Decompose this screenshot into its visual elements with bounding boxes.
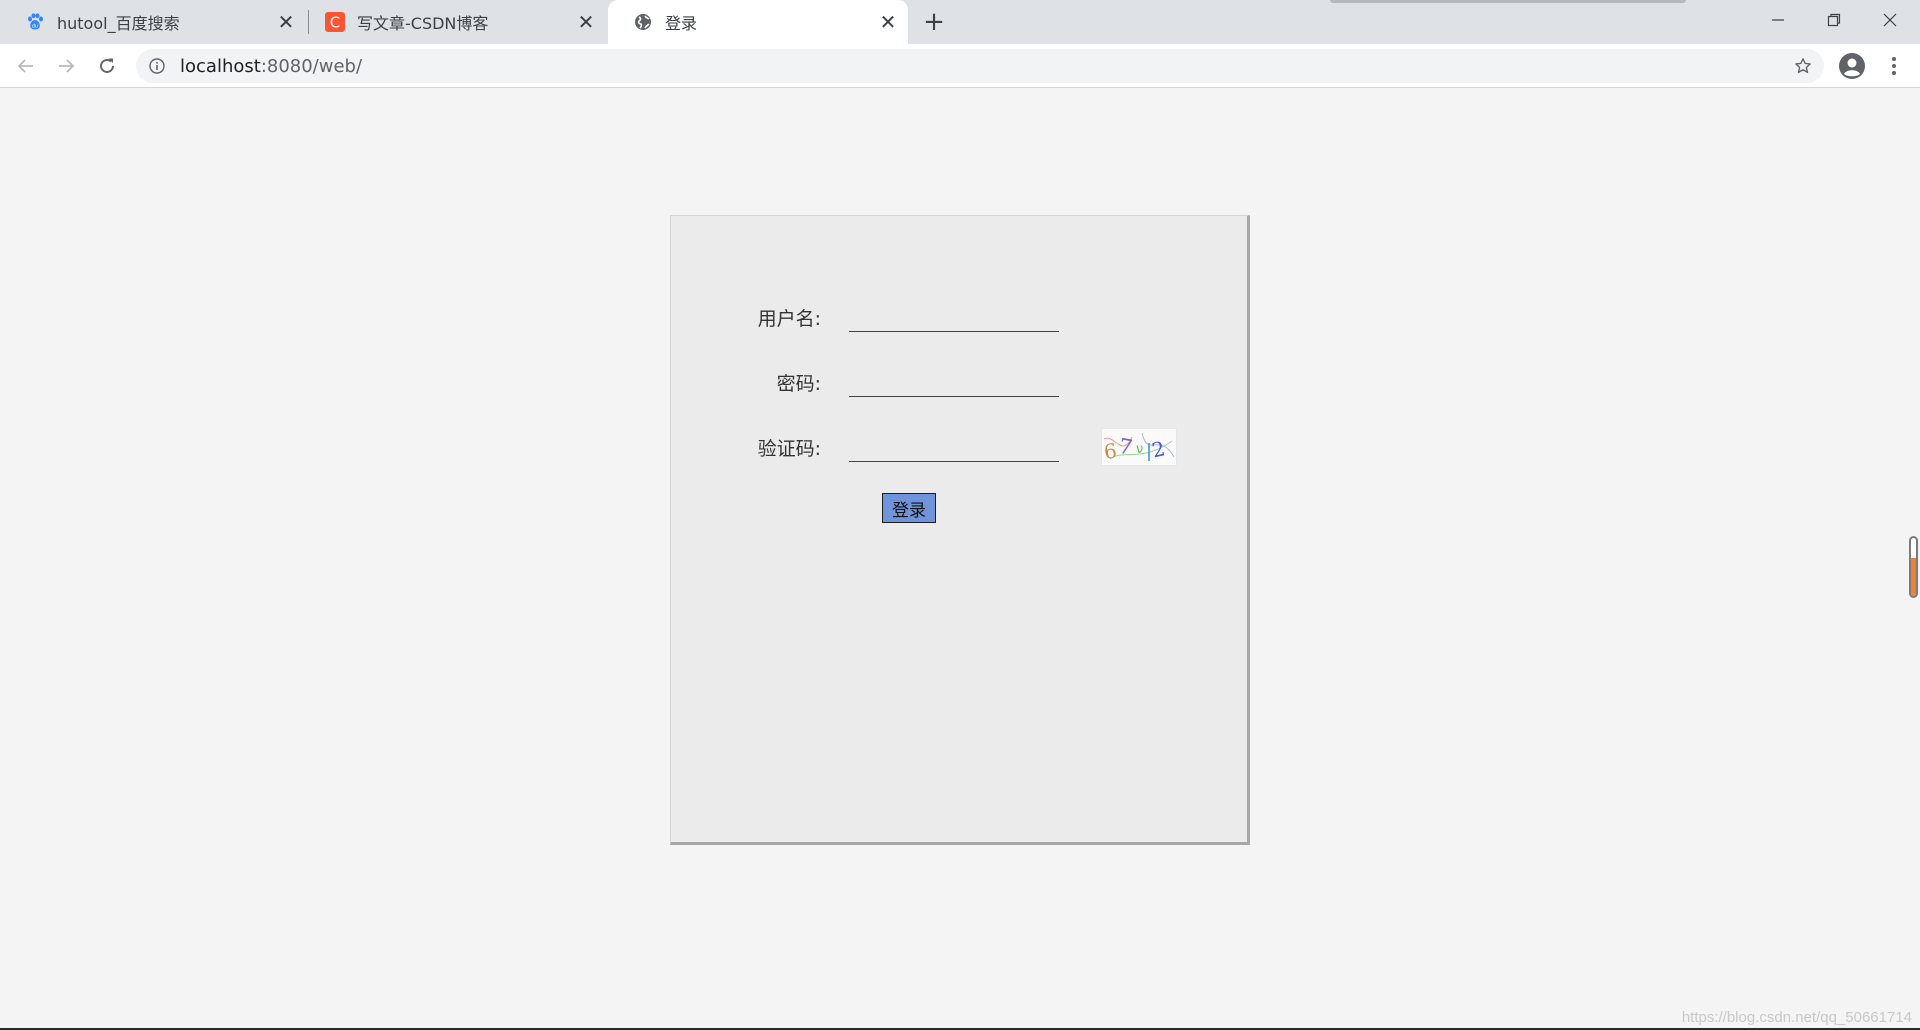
url-path: :8080/web/ bbox=[260, 55, 363, 77]
svg-text:du: du bbox=[32, 24, 38, 30]
window-close-icon[interactable] bbox=[1862, 0, 1918, 40]
watermark-text: https://blog.csdn.net/qq_50661714 bbox=[1681, 1009, 1912, 1026]
username-row: 用户名: bbox=[671, 298, 1251, 338]
back-arrow-icon[interactable] bbox=[10, 50, 42, 82]
baidu-paw-icon: du bbox=[25, 12, 45, 32]
tab-title: 登录 bbox=[665, 14, 698, 33]
tab-strip: du hutool_百度搜索 ✕ C 写文章-CSDN博客 ✕ 登录 ✕ + bbox=[0, 0, 1920, 44]
more-menu-icon[interactable] bbox=[1878, 50, 1910, 82]
tab-hutool-search[interactable]: du hutool_百度搜索 ✕ bbox=[0, 0, 306, 44]
username-input[interactable] bbox=[849, 298, 1059, 332]
svg-text:2: 2 bbox=[1150, 436, 1167, 462]
close-icon[interactable]: ✕ bbox=[574, 10, 598, 34]
password-input[interactable] bbox=[849, 363, 1059, 397]
tab-login[interactable]: 登录 ✕ bbox=[608, 0, 908, 44]
tab-title: hutool_百度搜索 bbox=[57, 14, 180, 33]
captcha-input[interactable] bbox=[849, 428, 1059, 462]
page-viewport: 用户名: 密码: 验证码: 6 7 ν 2 登录 https://blog.cs… bbox=[0, 89, 1920, 1030]
svg-text:7: 7 bbox=[1117, 434, 1134, 460]
svg-text:ν: ν bbox=[1136, 442, 1143, 457]
forward-arrow-icon[interactable] bbox=[50, 50, 82, 82]
globe-icon bbox=[633, 12, 653, 32]
login-button[interactable]: 登录 bbox=[882, 493, 936, 523]
close-icon[interactable]: ✕ bbox=[876, 10, 900, 34]
restore-icon[interactable] bbox=[1806, 0, 1862, 40]
reload-icon[interactable] bbox=[91, 50, 123, 82]
minimize-icon[interactable] bbox=[1750, 0, 1806, 40]
new-tab-button[interactable]: + bbox=[918, 6, 950, 38]
window-shadow bbox=[1330, 0, 1686, 3]
password-label: 密码: bbox=[776, 373, 821, 395]
svg-text:C: C bbox=[330, 14, 340, 32]
scroll-handle-fill bbox=[1911, 558, 1916, 596]
login-panel: 用户名: 密码: 验证码: 6 7 ν 2 登录 bbox=[670, 215, 1250, 845]
close-icon[interactable]: ✕ bbox=[274, 10, 298, 34]
captcha-image[interactable]: 6 7 ν 2 bbox=[1101, 428, 1177, 466]
submit-row: 登录 bbox=[671, 493, 1251, 533]
csdn-c-icon: C bbox=[325, 12, 345, 32]
profile-avatar-icon[interactable] bbox=[1836, 50, 1868, 82]
tab-csdn-write[interactable]: C 写文章-CSDN博客 ✕ bbox=[300, 0, 606, 44]
browser-toolbar: localhost:8080/web/ bbox=[0, 44, 1920, 88]
side-scroll-handle[interactable] bbox=[1909, 536, 1918, 598]
address-bar[interactable]: localhost:8080/web/ bbox=[136, 49, 1824, 83]
captcha-label: 验证码: bbox=[757, 438, 821, 460]
url-host: localhost bbox=[180, 55, 261, 77]
bookmark-star-icon[interactable] bbox=[1794, 56, 1812, 80]
captcha-row: 验证码: 6 7 ν 2 bbox=[671, 428, 1251, 468]
site-info-icon[interactable] bbox=[148, 57, 166, 75]
password-row: 密码: bbox=[671, 363, 1251, 403]
tab-title: 写文章-CSDN博客 bbox=[357, 14, 489, 33]
username-label: 用户名: bbox=[757, 308, 821, 330]
